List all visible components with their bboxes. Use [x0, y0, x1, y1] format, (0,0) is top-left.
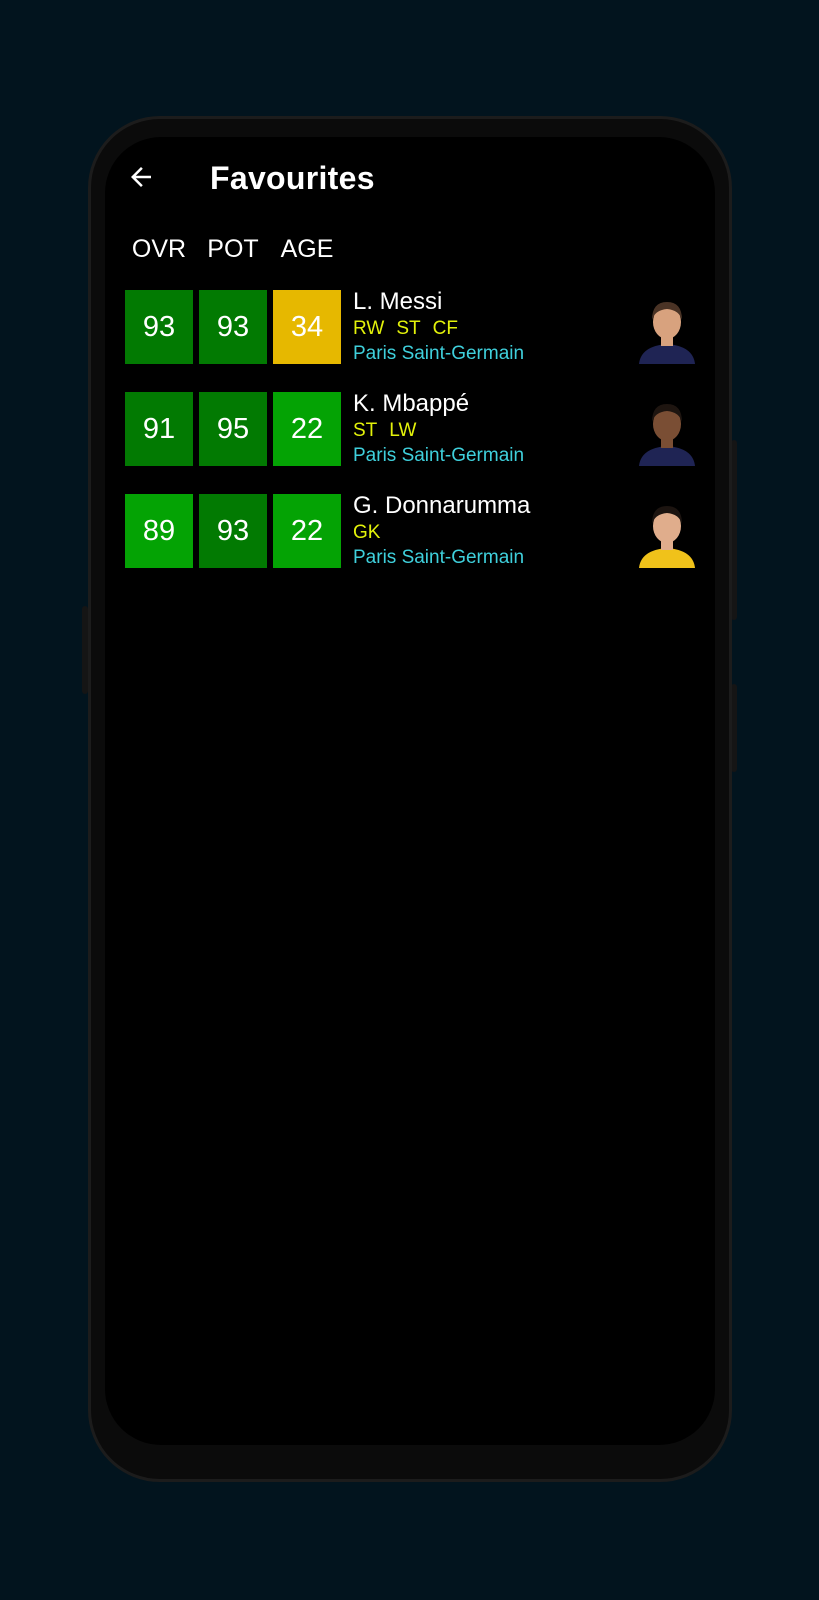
position-tag: CF [432, 318, 458, 339]
player-info: K. Mbappé ST LW Paris Saint-Germain [353, 389, 623, 468]
player-avatar [639, 404, 695, 466]
ovr-rating-value: 91 [142, 412, 176, 445]
player-positions: ST LW [353, 419, 623, 443]
player-info: L. Messi RW ST CF Paris Saint-Germain [353, 287, 623, 366]
column-header-pot: POT [207, 235, 259, 263]
player-row[interactable]: 89 93 22 G. Donnarumma GK Paris Saint-Ge… [125, 491, 695, 570]
position-tag: RW [353, 318, 385, 339]
column-header-age: AGE [280, 235, 334, 263]
ovr-rating-box: 89 [125, 494, 193, 568]
age-value: 22 [290, 412, 324, 445]
app-bar: Favourites [105, 137, 715, 227]
player-club: Paris Saint-Germain [353, 445, 525, 466]
position-tag: ST [396, 318, 421, 339]
favourites-list: 93 93 34 L. Messi RW ST CF Paris Saint-G… [125, 287, 695, 596]
player-info: G. Donnarumma GK Paris Saint-Germain [353, 491, 623, 570]
pot-rating-value: 95 [216, 412, 250, 445]
column-header-ovr: OVR [131, 235, 187, 263]
player-club: Paris Saint-Germain [353, 343, 525, 364]
player-row[interactable]: 93 93 34 L. Messi RW ST CF Paris Saint-G… [125, 287, 695, 366]
position-tag: GK [353, 522, 381, 543]
ovr-rating-box: 93 [125, 290, 193, 364]
player-avatar [639, 302, 695, 364]
pot-rating-box: 93 [199, 494, 267, 568]
pot-rating-value: 93 [216, 514, 250, 547]
ovr-rating-box: 91 [125, 392, 193, 466]
back-arrow-icon [131, 167, 151, 187]
player-avatar [639, 506, 695, 568]
player-positions: RW ST CF [353, 317, 623, 341]
player-club: Paris Saint-Germain [353, 547, 525, 568]
pot-rating-box: 95 [199, 392, 267, 466]
position-tag: LW [389, 420, 417, 441]
avatar-shirt [639, 548, 695, 568]
age-box: 34 [273, 290, 341, 364]
avatar-shirt [639, 344, 695, 364]
player-name: L. Messi [353, 288, 443, 315]
player-name: K. Mbappé [353, 390, 470, 417]
player-row[interactable]: 91 95 22 K. Mbappé ST LW Paris Saint-Ger… [125, 389, 695, 468]
avatar-shirt [639, 446, 695, 466]
column-headers: OVR POT AGE [122, 231, 344, 267]
ovr-rating-value: 93 [142, 310, 176, 343]
ovr-rating-value: 89 [142, 514, 176, 547]
pot-rating-value: 93 [216, 310, 250, 343]
player-positions: GK [353, 521, 623, 545]
page-title: Favourites [210, 160, 375, 196]
back-button[interactable] [123, 159, 159, 195]
player-name: G. Donnarumma [353, 492, 531, 519]
pot-rating-box: 93 [199, 290, 267, 364]
age-box: 22 [273, 392, 341, 466]
age-value: 22 [290, 514, 324, 547]
age-box: 22 [273, 494, 341, 568]
app-screen: Favourites OVR POT AGE 93 93 34 L. Messi… [105, 137, 715, 1445]
position-tag: ST [353, 420, 378, 441]
age-value: 34 [290, 310, 324, 343]
